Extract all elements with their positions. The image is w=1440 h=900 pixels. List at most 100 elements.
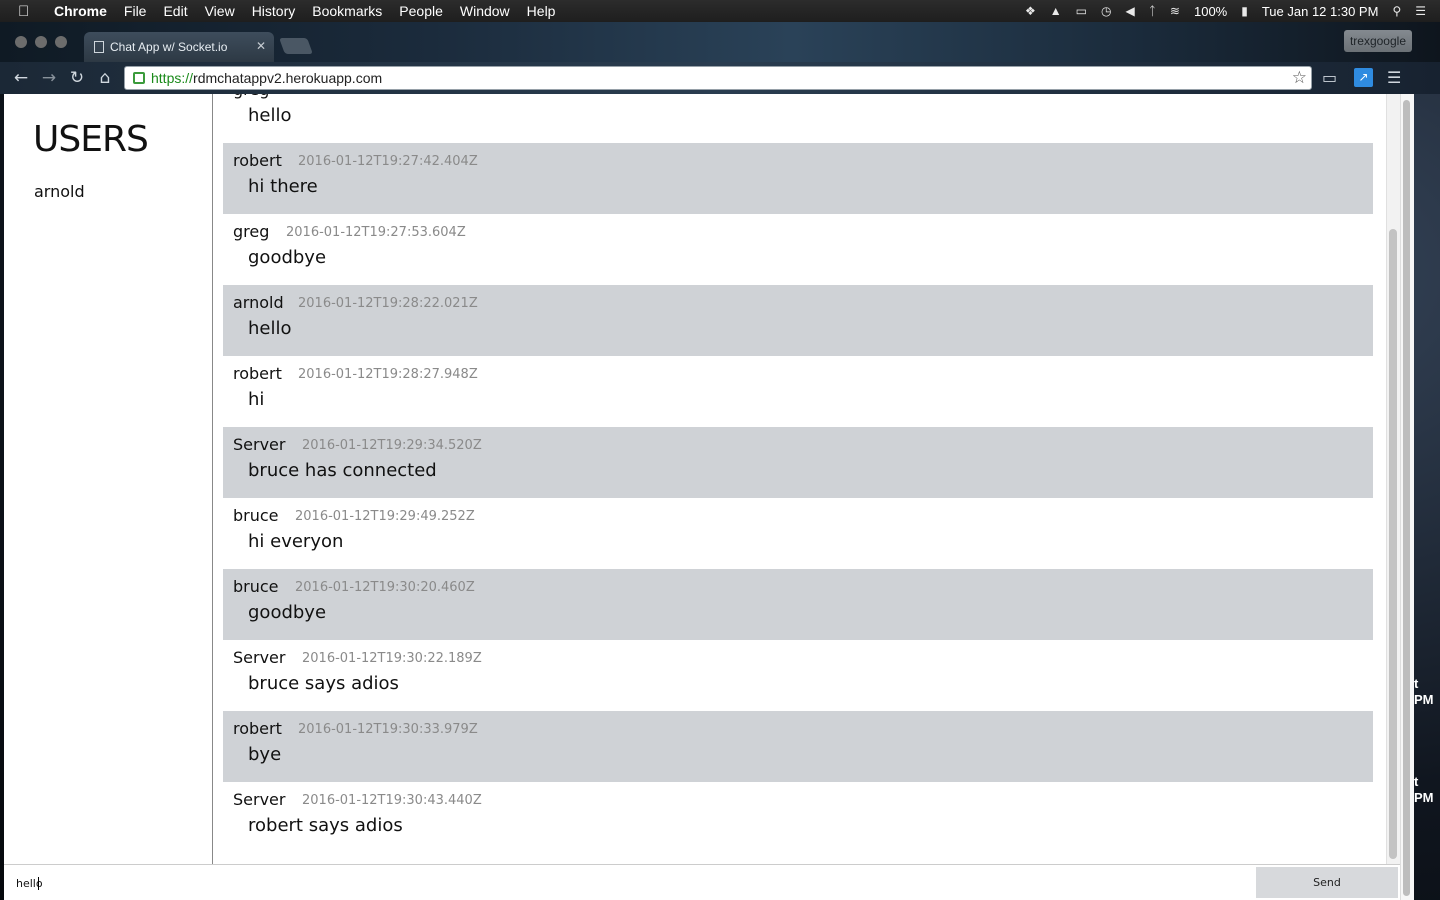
apple-menu-icon[interactable]: : [18, 3, 38, 20]
zoom-window-button[interactable]: [55, 36, 67, 48]
window-controls: [15, 36, 75, 48]
minimize-window-button[interactable]: [35, 36, 47, 48]
desktop-widget-text: PM: [1414, 692, 1434, 707]
close-window-button[interactable]: [15, 36, 27, 48]
menu-file[interactable]: File: [124, 3, 147, 19]
new-tab-button[interactable]: [279, 38, 313, 54]
message-timestamp: 2016-01-12T19:30:33.979Z: [298, 722, 478, 737]
message-text: hi there: [248, 176, 318, 197]
menu-window[interactable]: Window: [460, 3, 510, 19]
close-tab-icon[interactable]: ✕: [256, 39, 266, 53]
message-row: robert 2016-01-12T19:30:33.979Z bye: [223, 711, 1373, 782]
forward-arrow-icon[interactable]: →: [38, 68, 60, 88]
desktop-widget-text: t: [1414, 676, 1419, 691]
battery-percent[interactable]: 100%: [1194, 4, 1227, 19]
message-text: bruce has connected: [248, 460, 437, 481]
message-row: robert 2016-01-12T19:27:42.404Z hi there: [223, 143, 1373, 214]
message-username: bruce: [233, 506, 279, 525]
message-timestamp: 2016-01-12T19:29:49.252Z: [295, 509, 475, 524]
message-row: Server 2016-01-12T19:30:43.440Z robert say…: [223, 782, 1373, 853]
message-timestamp: 2016-01-12T19:27:42.404Z: [298, 154, 478, 169]
user-list: arnold: [34, 181, 85, 203]
url-scheme: https://: [151, 70, 194, 86]
page-icon: [94, 41, 104, 53]
cast-icon[interactable]: ▭: [1322, 68, 1337, 87]
spotlight-search-icon[interactable]: ⚲: [1392, 4, 1401, 18]
home-icon[interactable]: ⌂: [94, 68, 116, 88]
message-username: robert: [233, 151, 282, 170]
tab-title: Chat App w/ Socket.io: [110, 40, 228, 54]
message-text: goodbye: [248, 247, 327, 268]
message-timestamp: 2016-01-12T19:27:33.813Z: [286, 94, 466, 98]
menu-help[interactable]: Help: [527, 3, 556, 19]
message-row: arnold 2016-01-12T19:28:22.021Z hello: [223, 285, 1373, 356]
message-timestamp: 2016-01-12T19:29:34.520Z: [302, 438, 482, 453]
text-caret: [38, 877, 39, 890]
secure-lock-icon[interactable]: [133, 72, 145, 84]
message-username: greg: [233, 222, 270, 241]
menu-chrome[interactable]: Chrome: [54, 3, 107, 19]
back-arrow-icon[interactable]: ←: [10, 68, 32, 88]
battery-icon[interactable]: ▮: [1241, 4, 1248, 18]
message-username: bruce: [233, 577, 279, 596]
time-machine-icon[interactable]: ◷: [1101, 4, 1111, 18]
desktop-widget-text: PM: [1414, 790, 1434, 805]
drive-icon[interactable]: ▲: [1050, 4, 1062, 18]
message-timestamp: 2016-01-12T19:30:43.440Z: [302, 793, 482, 808]
menu-view[interactable]: View: [205, 3, 235, 19]
message-row: Server 2016-01-12T19:30:22.189Z bruce says…: [223, 640, 1373, 711]
airplay-icon[interactable]: ▭: [1076, 4, 1087, 18]
volume-icon[interactable]: ◀: [1125, 4, 1134, 18]
menu-bookmarks[interactable]: Bookmarks: [312, 3, 382, 19]
chrome-menu-icon[interactable]: ☰: [1387, 68, 1401, 87]
message-text: hi: [248, 389, 265, 410]
page-scrollbar-thumb[interactable]: [1403, 100, 1410, 896]
message-timestamp: 2016-01-12T19:30:20.460Z: [295, 580, 475, 595]
menu-people[interactable]: People: [399, 3, 443, 19]
message-composer: Send: [4, 864, 1400, 900]
message-text: goodbye: [248, 602, 327, 623]
message-list[interactable]: greg 2016-01-12T19:27:33.813Z hello robert 2…: [223, 94, 1373, 853]
message-username: Server: [233, 648, 286, 667]
send-button[interactable]: Send: [1256, 867, 1398, 898]
message-row: robert 2016-01-12T19:28:27.948Z hi: [223, 356, 1373, 427]
user-list-item: arnold: [34, 182, 85, 201]
macos-menubar:  Chrome File Edit View History Bookmark…: [0, 0, 1440, 22]
menu-history[interactable]: History: [252, 3, 296, 19]
notification-center-icon[interactable]: ☰: [1415, 4, 1426, 18]
message-row: greg 2016-01-12T19:27:53.604Z goodbye: [223, 214, 1373, 285]
message-input[interactable]: [6, 868, 1256, 898]
message-username: arnold: [233, 293, 284, 312]
message-text: hi everyon: [248, 531, 344, 552]
address-bar[interactable]: https:// rdmchatappv2.herokuapp.com ☆: [124, 66, 1312, 90]
profile-button[interactable]: trexgoogle: [1343, 30, 1412, 52]
message-row: bruce 2016-01-12T19:30:20.460Z goodbye: [223, 569, 1373, 640]
message-text: bruce says adios: [248, 673, 399, 694]
message-timestamp: 2016-01-12T19:28:27.948Z: [298, 367, 478, 382]
extension-icon[interactable]: ↗: [1354, 68, 1373, 87]
wifi-icon[interactable]: ≋: [1170, 4, 1180, 18]
message-scrollbar-thumb[interactable]: [1389, 229, 1397, 859]
message-username: greg: [233, 94, 269, 99]
browser-tab-strip: Chat App w/ Socket.io ✕ trexgoogle: [0, 22, 1440, 62]
url-host: rdmchatappv2.herokuapp.com: [193, 70, 383, 86]
browser-toolbar: ← → ↻ ⌂ https:// rdmchatappv2.herokuapp.…: [0, 62, 1440, 94]
desktop-widget-text: t: [1414, 774, 1419, 789]
message-text: bye: [248, 744, 282, 765]
message-username: robert: [233, 364, 282, 383]
tab-chat-app[interactable]: Chat App w/ Socket.io ✕: [84, 32, 274, 62]
bookmark-star-icon[interactable]: ☆: [1292, 68, 1307, 88]
message-row: bruce 2016-01-12T19:29:49.252Z hi everyon: [223, 498, 1373, 569]
bluetooth-icon[interactable]: ᛏ: [1149, 4, 1156, 18]
message-text: robert says adios: [248, 815, 403, 836]
dropbox-icon[interactable]: ❖: [1025, 4, 1036, 18]
message-username: robert: [233, 719, 282, 738]
message-username: Server: [233, 790, 286, 809]
menu-edit[interactable]: Edit: [163, 3, 187, 19]
menubar-status-area: ❖ ▲ ▭ ◷ ◀ ᛏ ≋ 100% ▮ Tue Jan 12 1:30 PM …: [1025, 0, 1440, 22]
reload-icon[interactable]: ↻: [66, 68, 88, 88]
message-row: Server 2016-01-12T19:29:34.520Z bruce has …: [223, 427, 1373, 498]
message-username: Server: [233, 435, 286, 454]
clock[interactable]: Tue Jan 12 1:30 PM: [1262, 4, 1379, 19]
users-heading: USERS: [33, 119, 149, 160]
